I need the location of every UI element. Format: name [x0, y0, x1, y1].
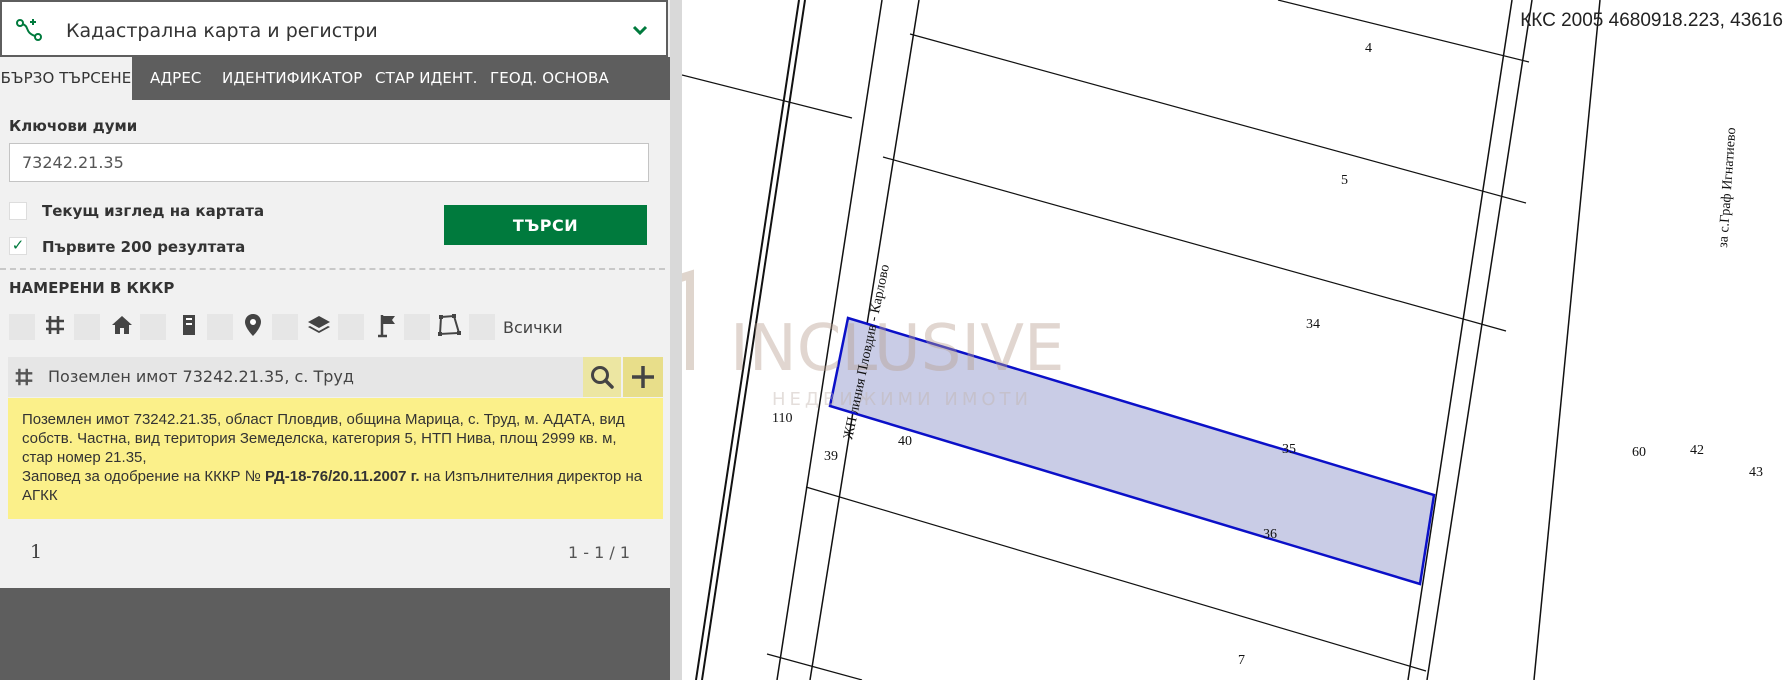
search-tabs: БЪРЗО ТЪРСЕНЕ АДРЕС ИДЕНТИФИКАТОР СТАР И…: [0, 57, 670, 100]
watermark-text: INCLUSIVE: [730, 312, 1064, 386]
order-number: РД-18-76/20.11.2007 г.: [265, 468, 420, 485]
parcel-label[interactable]: 4: [1365, 41, 1372, 56]
current-view-label: Текущ изглед на картата: [42, 202, 265, 220]
search-panel: Кадастрална карта и регистри БЪРЗО ТЪРСЕ…: [0, 0, 670, 680]
tab-identifier[interactable]: ИДЕНТИФИКАТОР: [222, 57, 362, 100]
parcel-grid-icon: [46, 316, 64, 334]
parcel-label[interactable]: 60: [1632, 445, 1646, 460]
parcel-label[interactable]: 35: [1282, 442, 1296, 457]
zoom-to-result-button[interactable]: [583, 357, 621, 397]
found-title: НАМЕРЕНИ В КККР: [9, 279, 175, 297]
parcel-label[interactable]: 42: [1690, 443, 1704, 458]
filter-checkbox[interactable]: [9, 314, 35, 340]
search-icon: [591, 366, 614, 389]
watermark-subtext: НЕДВИЖИМИ ИМОТИ: [772, 389, 1032, 410]
result-item[interactable]: Поземлен имот 73242.21.35, с. Труд: [8, 357, 583, 397]
app-header[interactable]: Кадастрална карта и регистри: [0, 0, 668, 57]
order-prefix: Заповед за одобрение на КККР №: [22, 468, 261, 485]
parcel-label[interactable]: 39: [824, 449, 838, 464]
panel-splitter[interactable]: [670, 0, 682, 680]
pager-range: 1 - 1 / 1: [568, 543, 631, 562]
parcel-label[interactable]: 40: [898, 434, 912, 449]
parcel-label[interactable]: 43: [1749, 465, 1763, 480]
parcel-label[interactable]: 7: [1238, 653, 1245, 668]
coordinates-readout: ККС 2005 4680918.223, 43616: [1520, 10, 1783, 31]
filter-all-label[interactable]: Всички: [503, 318, 563, 337]
home-icon: [112, 316, 132, 334]
keywords-input[interactable]: [9, 143, 649, 182]
first200-label: Първите 200 резултата: [42, 238, 246, 256]
parcel-label[interactable]: 36: [1263, 527, 1277, 542]
tab-geodetic-base[interactable]: ГЕОД. ОСНОВА: [490, 57, 609, 100]
result-details-text: Поземлен имот 73242.21.35, област Пловди…: [22, 411, 625, 466]
parcel-label[interactable]: 34: [1306, 317, 1320, 332]
current-view-checkbox[interactable]: [9, 202, 27, 220]
tab-old-identifier[interactable]: СТАР ИДЕНТ.: [375, 57, 477, 100]
app-title: Кадастрална карта и регистри: [66, 20, 378, 42]
chevron-down-icon[interactable]: [632, 24, 648, 36]
route-icon: [16, 19, 42, 41]
keywords-label: Ключови думи: [9, 117, 138, 135]
map-pin-icon: [245, 314, 261, 336]
filter-checkbox[interactable]: [74, 314, 100, 340]
plus-icon: [632, 366, 654, 388]
result-title: Поземлен имот 73242.21.35, с. Труд: [48, 367, 354, 386]
parcel-label[interactable]: 5: [1341, 173, 1348, 188]
polygon-icon: [438, 314, 461, 336]
filter-checkbox[interactable]: [207, 314, 233, 340]
filter-checkbox[interactable]: [272, 314, 298, 340]
road-label: за с.Граф Игнатиево: [1716, 127, 1739, 248]
search-button[interactable]: ТЪРСИ: [444, 205, 647, 245]
filter-checkbox[interactable]: [469, 314, 495, 340]
map-canvas[interactable]: INCLUSIVE НЕДВИЖИМИ ИМОТИ 4 5 34 35 36 7…: [682, 0, 1783, 680]
parcel-label[interactable]: 110: [772, 411, 792, 426]
pager-page[interactable]: 1: [30, 541, 42, 563]
filter-checkbox[interactable]: [404, 314, 430, 340]
flag-icon: [378, 315, 395, 338]
layers-icon: [308, 316, 330, 333]
section-divider: [0, 268, 665, 270]
cadastral-map[interactable]: INCLUSIVE НЕДВИЖИМИ ИМОТИ 4 5 34 35 36 7…: [682, 0, 1783, 680]
result-details: Поземлен имот 73242.21.35, област Пловди…: [8, 398, 663, 519]
filter-checkbox[interactable]: [140, 314, 166, 340]
filter-checkbox[interactable]: [338, 314, 364, 340]
tab-quick-search[interactable]: БЪРЗО ТЪРСЕНЕ: [0, 57, 132, 100]
tab-address[interactable]: АДРЕС: [150, 57, 201, 100]
parcel-grid-icon: [15, 368, 33, 386]
search-panel-body: Кадастрална карта и регистри БЪРЗО ТЪРСЕ…: [0, 0, 670, 588]
building-icon: [183, 315, 195, 335]
first200-checkbox[interactable]: ✓: [9, 237, 27, 255]
add-result-button[interactable]: [623, 357, 663, 397]
